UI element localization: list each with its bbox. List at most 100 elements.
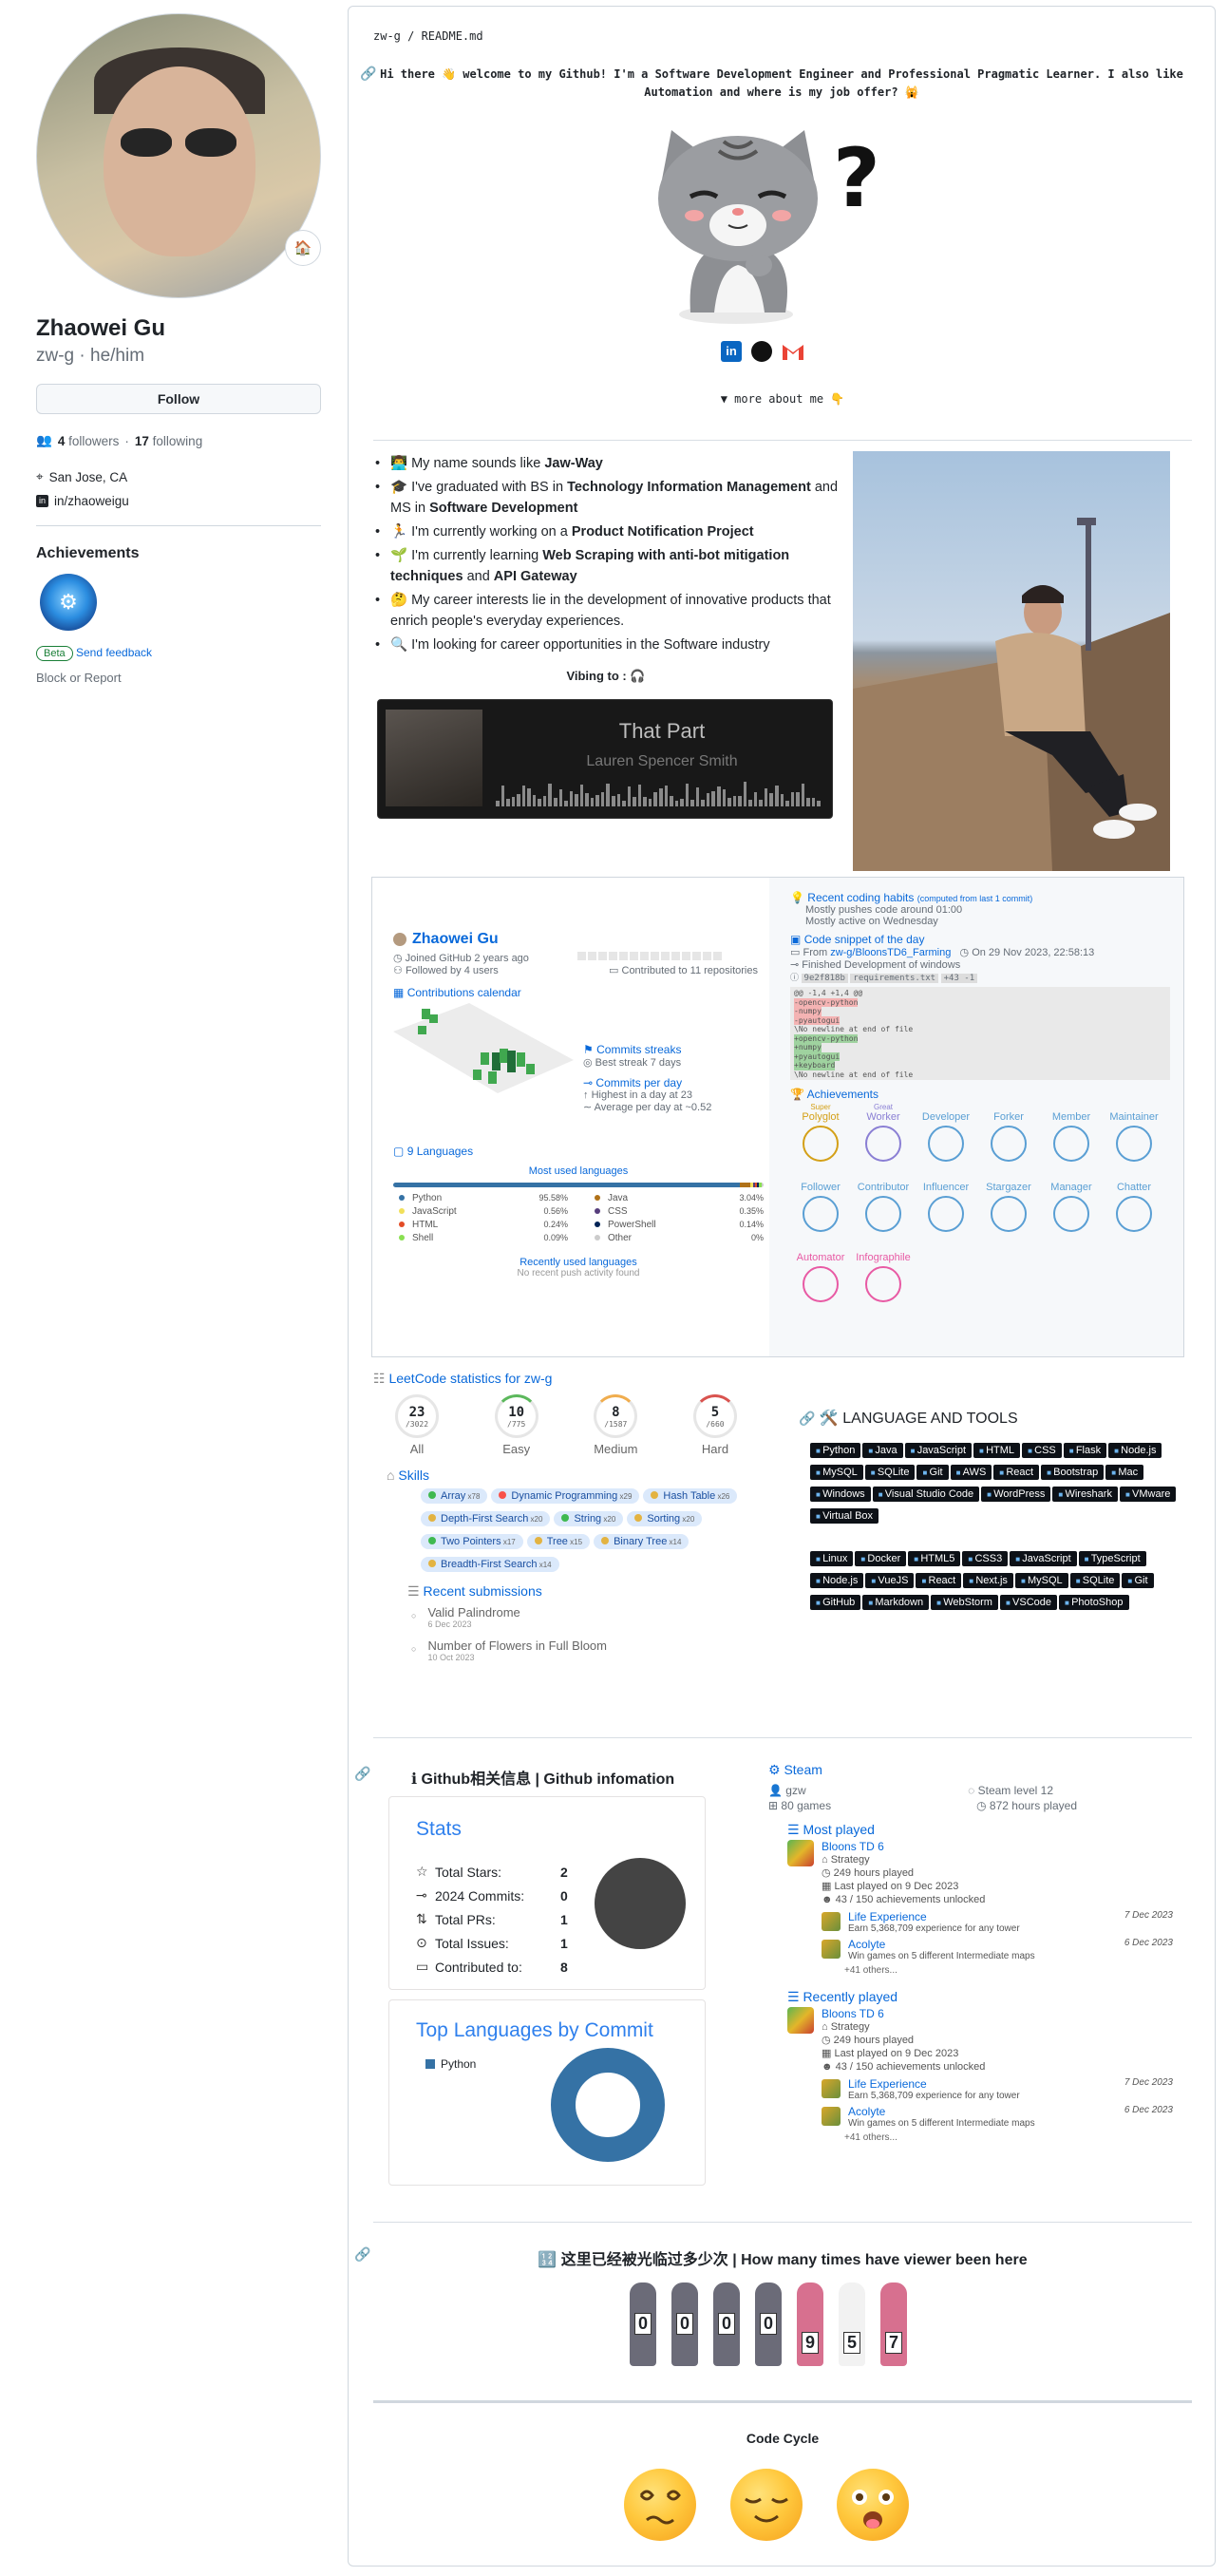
achievement-icon <box>991 1126 1027 1162</box>
achievement-name: Maintainer <box>1109 1111 1159 1123</box>
top-lang-title: Top Languages by Commit <box>416 2019 653 2041</box>
divider <box>373 440 1192 441</box>
profile-name: Zhaowei Gu <box>36 315 166 341</box>
achievement-rank: Super <box>810 1103 831 1111</box>
about-item: 🔍 I'm looking for career opportunities i… <box>373 635 839 655</box>
achievement-name: Stargazer <box>986 1182 1031 1193</box>
audio-bar <box>674 801 679 806</box>
readme-path[interactable]: zw-g / README.md <box>373 29 483 43</box>
recent-submission[interactable]: ○ Valid Palindrome 6 Dec 2023 <box>411 1605 772 1629</box>
recent-dot-icon: ○ <box>411 1611 417 1620</box>
audio-bar <box>785 801 789 806</box>
skill-tag: String x20 <box>554 1511 624 1526</box>
steam-achievement-date: 6 Dec 2023 <box>1124 1938 1173 1948</box>
language-pct: 0.09% <box>543 1233 568 1242</box>
tool-icon: ■ <box>910 1447 917 1455</box>
tool-badge: ■ Virtual Box <box>810 1508 879 1524</box>
about-item-icon: 🎓 <box>390 480 412 495</box>
skill-count: x26 <box>715 1492 730 1501</box>
language-pct: 0.35% <box>739 1206 764 1216</box>
target-icon: ◎ <box>583 1057 593 1069</box>
more-about-me[interactable]: ▼ more about me 👇 <box>349 392 1217 406</box>
chart-icon: ∼ <box>583 1102 593 1113</box>
gmail-icon[interactable] <box>782 342 804 361</box>
spotify-card[interactable]: That Part Lauren Spencer Smith <box>377 699 833 819</box>
language-label: Other <box>608 1233 633 1243</box>
game-name[interactable]: Bloons TD 6 <box>822 2007 985 2020</box>
song-artist: Lauren Spencer Smith <box>586 753 738 769</box>
counter-digit-value: 5 <box>842 2331 860 2354</box>
leetcode-counts: 23/3022 All 10/775 Easy 8/1587 Medium 5/660 Har… <box>373 1394 744 1456</box>
games-icon: ⊞ <box>768 1799 779 1812</box>
followers-link[interactable]: 4 followers <box>58 434 120 448</box>
recent-submission[interactable]: ○ Number of Flowers in Full Bloom 10 Oct 2… <box>411 1638 772 1662</box>
language-bar <box>393 1183 764 1187</box>
audio-bar <box>579 785 584 806</box>
calendar-icon: ▦ <box>393 986 405 999</box>
github-icon[interactable] <box>751 341 772 362</box>
about-item-bold: Product Notification Project <box>571 524 754 540</box>
audio-bar <box>622 801 626 806</box>
linkedin-icon[interactable]: in <box>721 341 742 362</box>
language-name: CSS <box>595 1206 628 1217</box>
achievement-icon <box>1116 1126 1152 1162</box>
tool-name: Java <box>875 1445 897 1456</box>
achievement-icon <box>865 1126 901 1162</box>
skill-dot <box>499 1491 507 1499</box>
block-report-link[interactable]: Block or Report <box>36 671 326 685</box>
audio-bar <box>759 800 763 806</box>
tool-badge: ■ Wireshark <box>1052 1487 1118 1502</box>
arrow-up-icon: ↑ <box>583 1089 589 1101</box>
audio-bar <box>738 796 742 806</box>
tool-name: SQLite <box>1082 1575 1115 1586</box>
leetcode-count: 5/660 Hard <box>687 1394 744 1456</box>
language-item: Shell 0.09% <box>399 1233 568 1243</box>
leetcode-circle: 5/660 <box>692 1394 737 1438</box>
about-item-bold: Software Development <box>429 501 578 516</box>
contribution-square <box>661 952 670 960</box>
steam-achievement-text: Life Experience Earn 5,368,709 experience… <box>848 1910 1117 1934</box>
steam-achievement-text: Acolyte Win games on 5 different Intermed… <box>848 2105 1117 2129</box>
skill-name: Binary Tree <box>614 1536 668 1547</box>
active-text: Mostly active on Wednesday <box>805 916 938 927</box>
snippet-repo-link[interactable]: zw-g/BloonsTD6_Farming <box>830 947 951 958</box>
achievement-name: Chatter <box>1116 1182 1152 1193</box>
about-item: 🏃 I'm currently working on a Product Not… <box>373 521 839 542</box>
anchor-link-icon[interactable]: 🔗 <box>354 1766 370 1782</box>
snippet-title: ▣ Code snippet of the day <box>790 933 925 946</box>
following-link[interactable]: 17 following <box>135 434 202 448</box>
highest-text: ↑ Highest in a day at 23 <box>583 1089 692 1101</box>
readme-intro: 🔗 Hi there 👋 welcome to my Github! I'm a… <box>360 66 1183 99</box>
relieved-face-icon <box>730 2469 803 2541</box>
language-dot <box>399 1235 405 1241</box>
tool-name: Visual Studio Code <box>884 1488 974 1500</box>
achievement-rank <box>1104 1103 1164 1111</box>
steam-achievement: Life Experience Earn 5,368,709 experience… <box>822 2077 1173 2101</box>
audio-bar <box>606 784 611 806</box>
achievement-badge-icon[interactable]: ⚙ <box>40 574 97 631</box>
avatar[interactable] <box>36 13 321 298</box>
tool-name: React <box>1006 1467 1034 1478</box>
stat-icon: ☆ <box>416 1864 428 1879</box>
steam-achievement-text: Acolyte Win games on 5 different Intermed… <box>848 1938 1117 1961</box>
language-pct: 3.04% <box>739 1193 764 1203</box>
skill-tag: Two Pointers x17 <box>421 1534 523 1549</box>
anchor-link-icon[interactable]: 🔗 <box>799 1411 815 1426</box>
linkedin-link[interactable]: in/zhaoweigu <box>54 494 129 508</box>
calendar-block <box>492 1052 501 1070</box>
achievement-item: Maintainer <box>1104 1103 1164 1162</box>
anchor-link-icon[interactable]: 🔗 <box>360 66 376 84</box>
send-feedback-link[interactable]: Send feedback <box>76 646 152 659</box>
follow-button[interactable]: Follow <box>36 384 321 414</box>
language-item: Python 95.58% <box>399 1193 568 1203</box>
status-emoji-icon[interactable]: 🏠 <box>285 230 321 266</box>
recent-name: Number of Flowers in Full Bloom <box>427 1638 607 1653</box>
tool-badge: ■ JavaScript <box>904 1443 973 1458</box>
game-name[interactable]: Bloons TD 6 <box>822 1840 985 1853</box>
achievement-name: Worker <box>866 1111 900 1123</box>
donut-chart <box>551 2048 665 2162</box>
metrics-username[interactable]: Zhaowei Gu <box>412 931 499 948</box>
readme-container: zw-g / README.md 🔗 Hi there 👋 welcome to… <box>348 6 1216 2567</box>
tool-icon: ■ <box>816 1468 823 1477</box>
leetcode-count: 10/775 Easy <box>488 1394 545 1456</box>
